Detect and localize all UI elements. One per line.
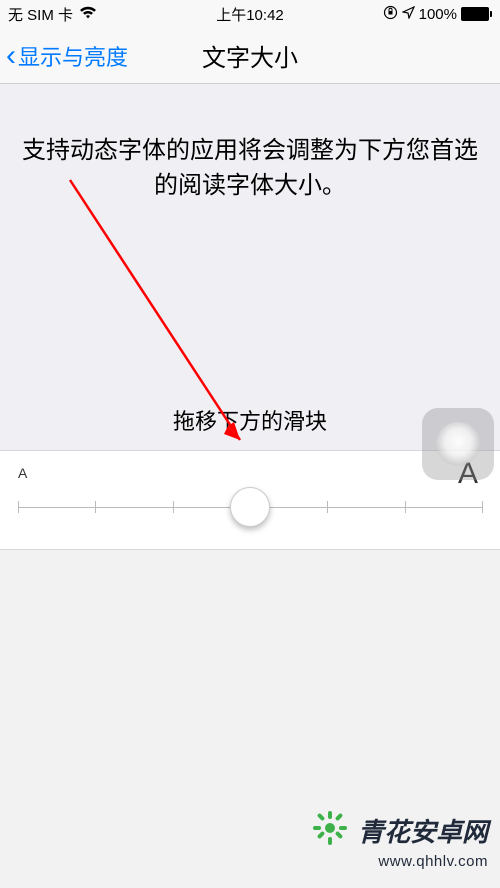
- status-bar: 无 SIM 卡 上午10:42 100%: [0, 0, 500, 28]
- slider-tick: [405, 501, 406, 513]
- assistive-touch-button[interactable]: [422, 408, 494, 480]
- slider-thumb[interactable]: [230, 487, 270, 527]
- page-title: 文字大小: [0, 38, 500, 73]
- content-area: 支持动态字体的应用将会调整为下方您首选的阅读字体大小。 拖移下方的滑块 A A: [0, 84, 500, 550]
- nav-bar: ‹ 显示与亮度 文字大小: [0, 28, 500, 84]
- assistive-touch-icon: [436, 422, 480, 466]
- battery-icon: [461, 7, 492, 21]
- slider-tick: [95, 501, 96, 513]
- description-text: 支持动态字体的应用将会调整为下方您首选的阅读字体大小。: [0, 84, 500, 244]
- watermark: 青花安卓网 www.qhhlv.com: [310, 808, 488, 870]
- status-time: 上午10:42: [0, 4, 500, 25]
- slider-tick: [173, 501, 174, 513]
- slider-tick: [482, 501, 483, 513]
- watermark-name: 青花安卓网: [358, 812, 488, 849]
- gear-icon: [310, 808, 350, 853]
- slider-tick: [327, 501, 328, 513]
- slider-tick: [18, 501, 19, 513]
- small-a-label: A: [18, 465, 27, 481]
- watermark-url: www.qhhlv.com: [310, 853, 488, 870]
